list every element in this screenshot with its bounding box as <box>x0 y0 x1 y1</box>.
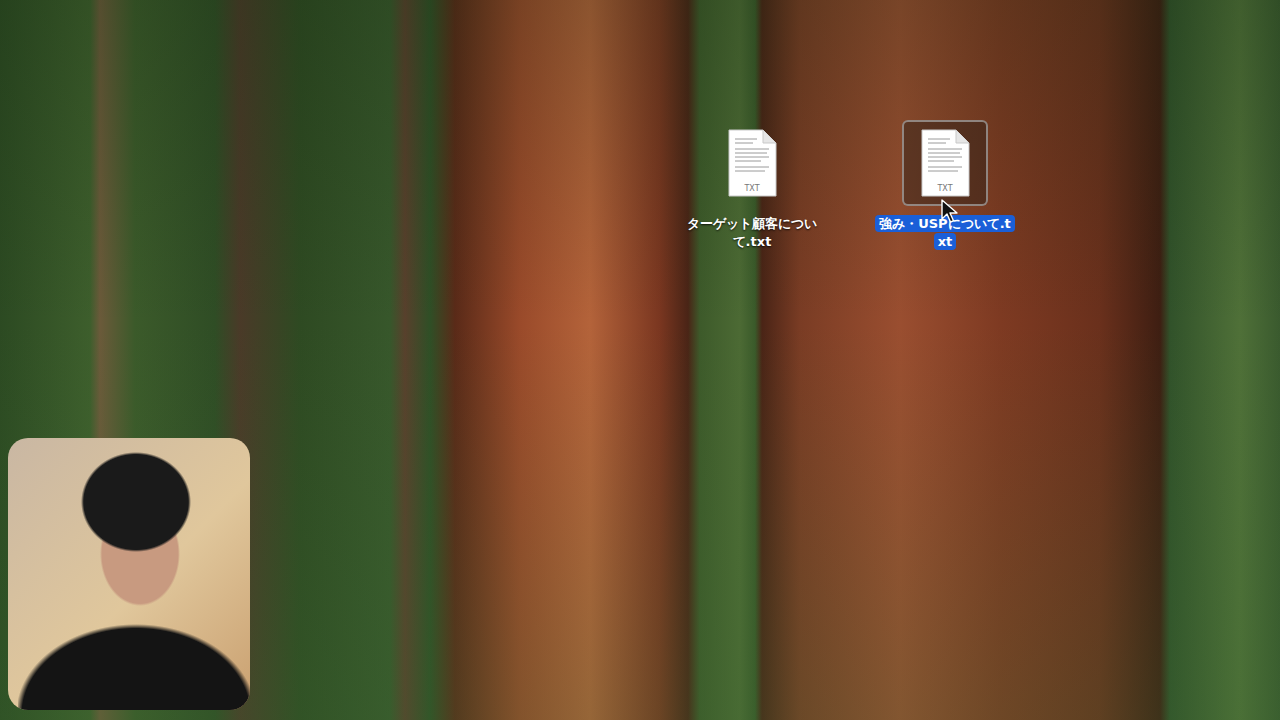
text-document-icon[interactable]: TXT <box>727 129 777 197</box>
desktop-file[interactable]: TXT 強み・USPについて.txt <box>875 126 1015 250</box>
file-icon-box[interactable]: TXT <box>709 120 795 206</box>
webcam-overlay <box>8 438 250 710</box>
file-name[interactable]: ターゲット顧客について.txt <box>683 215 821 250</box>
desktop-file[interactable]: TXT ターゲット顧客について.txt <box>682 126 822 250</box>
file-type-badge: TXT <box>743 184 759 193</box>
file-name[interactable]: 強み・USPについて.txt <box>875 215 1015 250</box>
text-document-icon[interactable]: TXT <box>920 129 970 197</box>
presenter-video <box>18 444 250 710</box>
file-icon-box[interactable]: TXT <box>902 120 988 206</box>
desktop: TXT ターゲット顧客について.txt TXT 強み・USPについて.txt <box>0 0 1280 720</box>
file-type-badge: TXT <box>936 184 952 193</box>
desktop-icons: TXT ターゲット顧客について.txt TXT 強み・USPについて.txt <box>682 126 1015 250</box>
mouse-pointer-icon <box>941 199 959 225</box>
